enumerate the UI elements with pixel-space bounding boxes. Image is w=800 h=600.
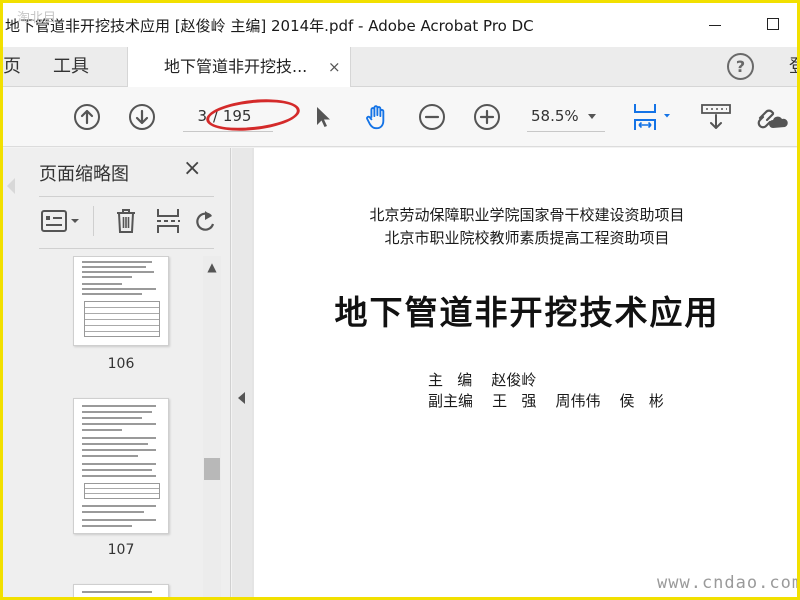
panel-title: 页面缩略图 <box>39 164 129 185</box>
document-title: 地下管道非开挖技术应用 <box>334 293 720 332</box>
insert-page-icon <box>157 209 180 233</box>
tab-bar: 页 工具 地下管道非开挖技... × ? 登 <box>3 47 797 87</box>
toolbar-separator <box>93 206 94 236</box>
delete-page-button[interactable] <box>111 206 141 236</box>
editor-line: 主 编 赵俊岭 <box>428 371 537 389</box>
fit-page-button[interactable] <box>631 103 675 131</box>
corner-watermark: 淘北目 <box>17 11 57 26</box>
hand-tool-icon <box>366 105 385 130</box>
zoom-level-select[interactable]: 58.5% <box>531 107 579 125</box>
panel-collapse-strip[interactable] <box>232 148 252 597</box>
tab-tools[interactable]: 工具 <box>53 47 89 87</box>
scroll-mode-icon <box>701 104 731 129</box>
zoom-in-icon <box>474 104 500 130</box>
document-view: 北京劳动保障职业学院国家骨干校建设资助项目 北京市职业院校教师素质提高工程资助项… <box>252 148 797 597</box>
zoom-out-icon <box>419 104 445 130</box>
cursor-arrow-icon <box>317 107 330 127</box>
zoom-underline <box>527 131 605 132</box>
trash-icon <box>117 209 135 233</box>
share-link-button[interactable] <box>755 103 789 131</box>
title-bar: 地下管道非开挖技术应用 [赵俊岭 主编] 2014年.pdf - Adobe A… <box>3 3 797 47</box>
panel-pointer <box>7 178 15 194</box>
page-thumbnail-107[interactable] <box>73 398 169 534</box>
hand-tool-button[interactable] <box>363 103 391 131</box>
select-tool-button[interactable] <box>309 103 337 131</box>
tab-home[interactable]: 页 <box>3 47 21 87</box>
tab-document[interactable]: 地下管道非开挖技... × <box>127 47 351 87</box>
minimize-button[interactable] <box>700 11 730 37</box>
panel-close-icon[interactable]: × <box>183 156 201 181</box>
thumbnail-list: 106 107 <box>39 256 204 597</box>
document-subtitle: 北京市职业院校教师素质提高工程资助项目 <box>384 229 670 247</box>
page-thumbnail-106[interactable] <box>73 256 169 346</box>
chevron-down-icon[interactable] <box>588 114 596 119</box>
collapse-left-icon[interactable] <box>238 392 245 404</box>
zoom-out-button[interactable] <box>418 103 446 131</box>
divider <box>39 248 214 249</box>
zoom-in-button[interactable] <box>473 103 501 131</box>
rotate-icon <box>196 211 215 231</box>
thumbnail-scrollbar[interactable]: ▲ <box>203 256 221 597</box>
divider <box>39 196 214 197</box>
minimize-icon <box>709 24 721 26</box>
next-page-button[interactable] <box>128 103 156 131</box>
thumbnail-options-button[interactable] <box>39 206 85 236</box>
help-icon[interactable]: ? <box>727 53 754 80</box>
window-title: 地下管道非开挖技术应用 [赵俊岭 主编] 2014年.pdf - Adobe A… <box>5 17 534 35</box>
scroll-mode-button[interactable] <box>700 103 732 131</box>
previous-page-button[interactable] <box>73 103 101 131</box>
maximize-icon <box>767 18 779 30</box>
page-number-underline <box>183 131 273 132</box>
tab-document-label: 地下管道非开挖技... <box>164 57 308 76</box>
arrow-up-circle-icon <box>74 104 100 130</box>
document-subtitle: 北京劳动保障职业学院国家骨干校建设资助项目 <box>369 206 685 224</box>
maximize-button[interactable] <box>758 11 788 37</box>
scroll-up-icon[interactable]: ▲ <box>203 260 221 274</box>
signin-link[interactable]: 登 <box>789 47 797 87</box>
scrollbar-thumb[interactable] <box>204 458 220 480</box>
fit-page-icon <box>634 104 670 130</box>
link-cloud-icon <box>757 109 788 129</box>
thumbnails-panel: 页面缩略图 × 106 107 ▲ <box>3 148 231 597</box>
page-thumbnail-label: 106 <box>107 356 135 372</box>
page-number-input[interactable]: 3 <box>183 107 207 125</box>
insert-page-button[interactable] <box>153 206 183 236</box>
page-highlight-circle <box>204 95 302 135</box>
toolbar: 3 / 195 58.5% <box>3 87 797 147</box>
page-thumbnail-label: 107 <box>107 542 135 558</box>
site-watermark: www.cndao.com <box>657 573 800 593</box>
app-window: 地下管道非开挖技术应用 [赵俊岭 主编] 2014年.pdf - Adobe A… <box>0 0 800 600</box>
page-thumbnail-next[interactable] <box>73 584 169 597</box>
pdf-page: 北京劳动保障职业学院国家骨干校建设资助项目 北京市职业院校教师素质提高工程资助项… <box>254 148 797 597</box>
associate-editor-line: 副主编 王 强 周伟伟 侯 彬 <box>428 392 664 410</box>
tab-close-icon[interactable]: × <box>328 47 341 87</box>
options-menu-icon <box>41 210 79 232</box>
rotate-page-button[interactable] <box>193 206 217 236</box>
arrow-down-circle-icon <box>129 104 155 130</box>
